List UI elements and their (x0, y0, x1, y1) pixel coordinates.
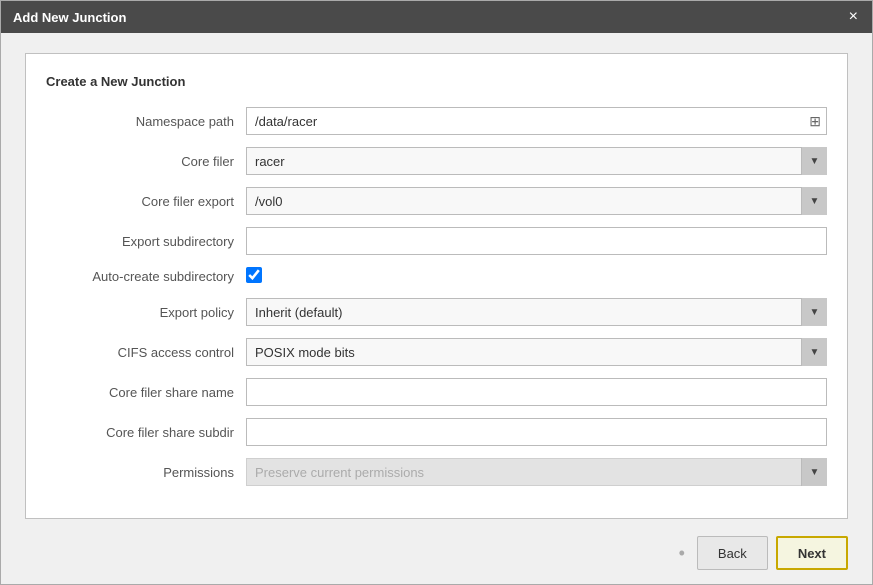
core-filer-export-select-wrapper: /vol0 ▼ (246, 187, 827, 215)
close-button[interactable]: × (847, 9, 860, 25)
core-filer-select[interactable]: racer (246, 147, 827, 175)
export-subdirectory-label: Export subdirectory (46, 234, 246, 249)
share-subdir-control (246, 418, 827, 446)
permissions-select-wrapper: Preserve current permissions ▼ (246, 458, 827, 486)
namespace-path-input-wrapper: ⊞ (246, 107, 827, 135)
folder-icon: ⊞ (809, 113, 821, 130)
share-name-label: Core filer share name (46, 385, 246, 400)
export-subdirectory-input[interactable] (246, 227, 827, 255)
pagination-dot: • (675, 543, 689, 564)
auto-create-checkbox[interactable] (246, 267, 262, 283)
core-filer-row: Core filer racer ▼ (46, 147, 827, 175)
form-panel: Create a New Junction Namespace path ⊞ C… (25, 53, 848, 519)
permissions-select[interactable]: Preserve current permissions (246, 458, 827, 486)
share-name-control (246, 378, 827, 406)
core-filer-export-control: /vol0 ▼ (246, 187, 827, 215)
export-policy-label: Export policy (46, 305, 246, 320)
namespace-path-input[interactable] (246, 107, 827, 135)
panel-title: Create a New Junction (46, 74, 827, 89)
export-policy-row: Export policy Inherit (default) ▼ (46, 298, 827, 326)
export-policy-select[interactable]: Inherit (default) (246, 298, 827, 326)
dialog-footer: • Back Next (1, 526, 872, 584)
namespace-path-row: Namespace path ⊞ (46, 107, 827, 135)
namespace-path-control: ⊞ (246, 107, 827, 135)
share-subdir-row: Core filer share subdir (46, 418, 827, 446)
cifs-access-select-wrapper: POSIX mode bits ▼ (246, 338, 827, 366)
dialog-titlebar: Add New Junction × (1, 1, 872, 33)
core-filer-export-select[interactable]: /vol0 (246, 187, 827, 215)
permissions-control: Preserve current permissions ▼ (246, 458, 827, 486)
share-name-row: Core filer share name (46, 378, 827, 406)
cifs-access-select[interactable]: POSIX mode bits (246, 338, 827, 366)
next-button[interactable]: Next (776, 536, 848, 570)
auto-create-row: Auto-create subdirectory (46, 267, 827, 286)
cifs-access-control: POSIX mode bits ▼ (246, 338, 827, 366)
core-filer-control: racer ▼ (246, 147, 827, 175)
export-policy-control: Inherit (default) ▼ (246, 298, 827, 326)
core-filer-label: Core filer (46, 154, 246, 169)
back-button[interactable]: Back (697, 536, 768, 570)
auto-create-label: Auto-create subdirectory (46, 269, 246, 284)
auto-create-control (246, 267, 827, 286)
core-filer-export-row: Core filer export /vol0 ▼ (46, 187, 827, 215)
cifs-access-label: CIFS access control (46, 345, 246, 360)
share-subdir-input[interactable] (246, 418, 827, 446)
export-subdirectory-row: Export subdirectory (46, 227, 827, 255)
dialog-body: Create a New Junction Namespace path ⊞ C… (1, 33, 872, 526)
core-filer-select-wrapper: racer ▼ (246, 147, 827, 175)
core-filer-export-label: Core filer export (46, 194, 246, 209)
dialog-title: Add New Junction (13, 10, 126, 25)
permissions-label: Permissions (46, 465, 246, 480)
namespace-path-label: Namespace path (46, 114, 246, 129)
export-subdirectory-control (246, 227, 827, 255)
permissions-row: Permissions Preserve current permissions… (46, 458, 827, 486)
share-subdir-label: Core filer share subdir (46, 425, 246, 440)
export-policy-select-wrapper: Inherit (default) ▼ (246, 298, 827, 326)
share-name-input[interactable] (246, 378, 827, 406)
cifs-access-row: CIFS access control POSIX mode bits ▼ (46, 338, 827, 366)
add-junction-dialog: Add New Junction × Create a New Junction… (0, 0, 873, 585)
